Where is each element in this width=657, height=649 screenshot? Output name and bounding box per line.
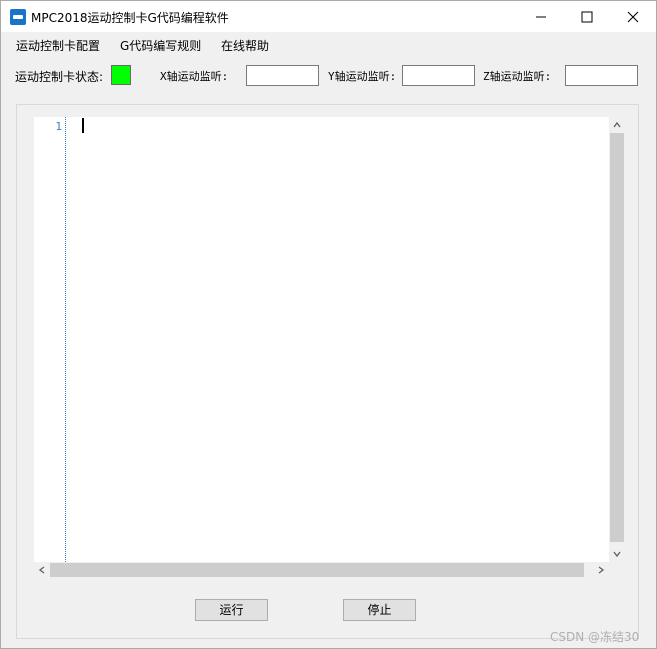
horizontal-scrollbar[interactable] (34, 562, 609, 578)
title-bar[interactable]: MPC2018运动控制卡G代码编程软件 (1, 1, 656, 32)
stop-button[interactable]: 停止 (343, 599, 416, 621)
chevron-right-icon (598, 566, 605, 574)
card-status-label: 运动控制卡状态: (15, 70, 104, 84)
z-monitor-field[interactable] (565, 65, 638, 86)
y-monitor-label: Y轴运动监听: (328, 70, 397, 83)
menu-item-online-help[interactable]: 在线帮助 (221, 37, 269, 54)
menu-item-gcode-rules[interactable]: G代码编写规则 (120, 37, 201, 54)
scroll-down-button[interactable] (609, 546, 625, 562)
menu-item-card-config[interactable]: 运动控制卡配置 (16, 37, 100, 54)
chevron-up-icon (613, 121, 621, 128)
menu-bar: 运动控制卡配置 G代码编写规则 在线帮助 (1, 33, 656, 57)
card-status-indicator (111, 65, 131, 85)
chevron-down-icon (613, 551, 621, 558)
scroll-left-button[interactable] (34, 562, 50, 578)
x-monitor-label: X轴运动监听: (160, 70, 229, 83)
scroll-up-button[interactable] (609, 117, 625, 133)
close-button[interactable] (610, 1, 656, 32)
run-button[interactable]: 运行 (195, 599, 268, 621)
x-monitor-field[interactable] (246, 65, 319, 86)
vertical-scrollbar[interactable] (609, 117, 625, 562)
maximize-icon (581, 11, 593, 23)
watermark-text: CSDN @冻结30 (550, 630, 640, 644)
scroll-right-button[interactable] (593, 562, 609, 578)
minimize-icon (536, 16, 546, 18)
maximize-button[interactable] (564, 1, 610, 32)
app-window: MPC2018运动控制卡G代码编程软件 运动控制卡配置 G代码编写规则 在线帮助… (0, 0, 657, 649)
scrollbar-corner (609, 562, 625, 578)
chevron-left-icon (38, 566, 45, 574)
line-number-gutter: 1 (34, 117, 66, 562)
text-caret (82, 118, 84, 133)
window-title: MPC2018运动控制卡G代码编程软件 (31, 11, 229, 25)
close-icon (627, 11, 639, 23)
line-number: 1 (55, 120, 62, 133)
gcode-editor[interactable]: 1 (34, 117, 625, 578)
horizontal-scroll-thumb[interactable] (50, 563, 584, 577)
minimize-button[interactable] (518, 1, 564, 32)
y-monitor-field[interactable] (402, 65, 475, 86)
vertical-scroll-thumb[interactable] (610, 133, 624, 542)
app-logo-icon (10, 9, 26, 25)
z-monitor-label: Z轴运动监听: (483, 70, 552, 83)
